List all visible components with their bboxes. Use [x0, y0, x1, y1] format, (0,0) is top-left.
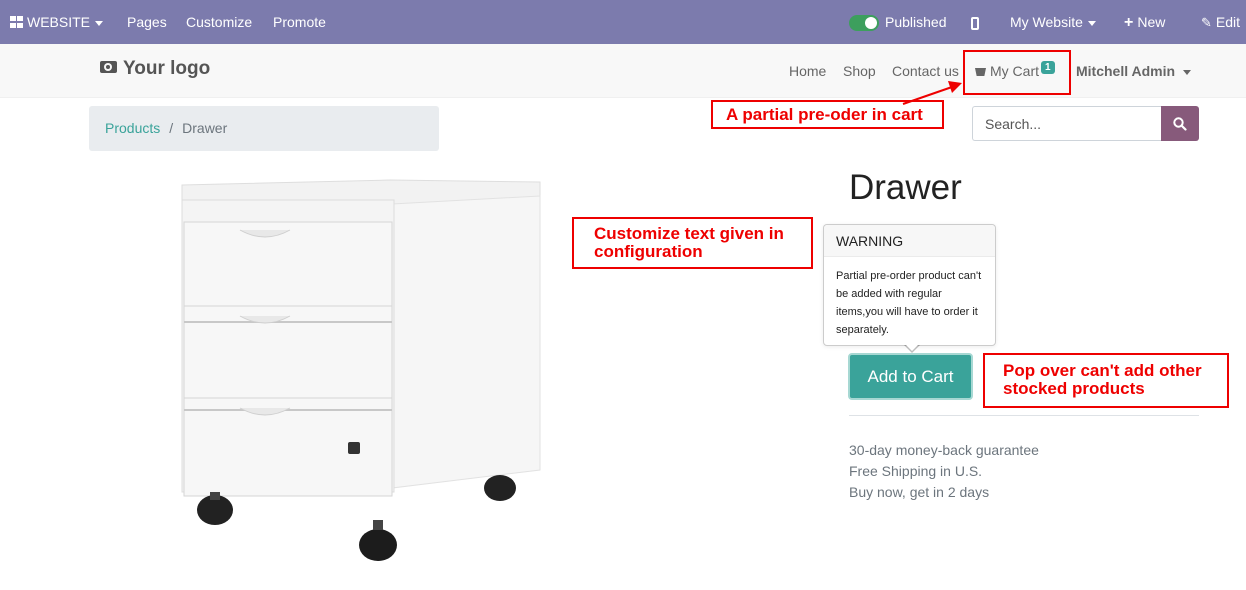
- logo-text: Your logo: [123, 58, 211, 79]
- cart-annotation: A partial pre-oder in cart: [711, 100, 944, 129]
- admin-bar: WEBSITE Pages Customize Promote Publishe…: [0, 0, 1246, 44]
- apps-grid-icon: [10, 16, 23, 28]
- popover-annotation: Pop over can't add other stocked product…: [983, 353, 1229, 408]
- my-website-label: My Website: [1010, 14, 1083, 30]
- chevron-down-icon: [1087, 20, 1096, 26]
- popover-title: WARNING: [824, 225, 995, 257]
- config-annotation-line: configuration: [594, 242, 703, 261]
- config-annotation: Customize text given in configuration: [572, 217, 813, 269]
- warning-popover: WARNING Partial pre-order product can't …: [823, 224, 996, 353]
- guarantee-line: Buy now, get in 2 days: [849, 484, 990, 500]
- plus-icon: +: [1124, 14, 1134, 31]
- guarantee-line: Free Shipping in U.S.: [849, 463, 983, 479]
- customize-menu[interactable]: Customize: [186, 0, 252, 44]
- nav-contact[interactable]: Contact us: [892, 44, 959, 98]
- config-annotation-line: Customize text given in: [594, 224, 784, 243]
- nav-home[interactable]: Home: [789, 44, 826, 98]
- website-menu[interactable]: WEBSITE: [10, 0, 104, 44]
- mobile-preview-button[interactable]: [971, 0, 979, 44]
- published-label: Published: [885, 14, 947, 30]
- breadcrumb-products-link[interactable]: Products: [105, 120, 160, 136]
- product-image: [181, 179, 541, 561]
- popover-body: Partial pre-order product can't be added…: [836, 270, 982, 336]
- divider: [849, 415, 1199, 416]
- edit-label: Edit: [1215, 14, 1241, 30]
- product-search: [972, 106, 1199, 141]
- popover-annotation-line: Pop over can't add other: [1003, 361, 1202, 380]
- new-button[interactable]: + New: [1124, 0, 1165, 44]
- toggle-switch-icon: [849, 15, 879, 32]
- pencil-icon: ✎: [1201, 15, 1212, 30]
- breadcrumb: Products / Drawer: [89, 106, 439, 151]
- edit-button[interactable]: ✎ Edit: [1201, 0, 1240, 44]
- promote-menu[interactable]: Promote: [273, 0, 326, 44]
- published-toggle[interactable]: Published: [849, 0, 947, 44]
- search-icon: [1173, 117, 1187, 131]
- nav-shop[interactable]: Shop: [843, 44, 876, 98]
- popover-annotation-line: stocked products: [1003, 379, 1145, 398]
- chevron-down-icon: [95, 20, 104, 26]
- product-guarantees: 30-day money-back guarantee Free Shippin…: [849, 440, 1039, 503]
- search-input[interactable]: [972, 106, 1161, 141]
- website-menu-label: WEBSITE: [27, 14, 91, 30]
- breadcrumb-current: Drawer: [182, 120, 228, 136]
- add-to-cart-button[interactable]: Add to Cart: [848, 353, 973, 400]
- pages-menu[interactable]: Pages: [127, 0, 167, 44]
- user-menu[interactable]: Mitchell Admin: [1076, 44, 1192, 98]
- popover-arrow: [904, 344, 920, 353]
- mobile-phone-icon: [971, 16, 979, 30]
- new-label: New: [1137, 14, 1166, 30]
- cart-highlight-box: [963, 50, 1071, 95]
- search-button[interactable]: [1161, 106, 1199, 141]
- chevron-down-icon: [1183, 69, 1192, 75]
- page: WEBSITE Pages Customize Promote Publishe…: [0, 0, 1246, 590]
- camera-icon: [100, 61, 117, 73]
- product-title: Drawer: [849, 168, 962, 207]
- guarantee-line: 30-day money-back guarantee: [849, 442, 1039, 458]
- my-website-menu[interactable]: My Website: [1010, 0, 1096, 44]
- site-logo[interactable]: Your logo: [100, 58, 210, 80]
- user-name: Mitchell Admin: [1076, 63, 1176, 79]
- breadcrumb-separator: /: [169, 120, 174, 136]
